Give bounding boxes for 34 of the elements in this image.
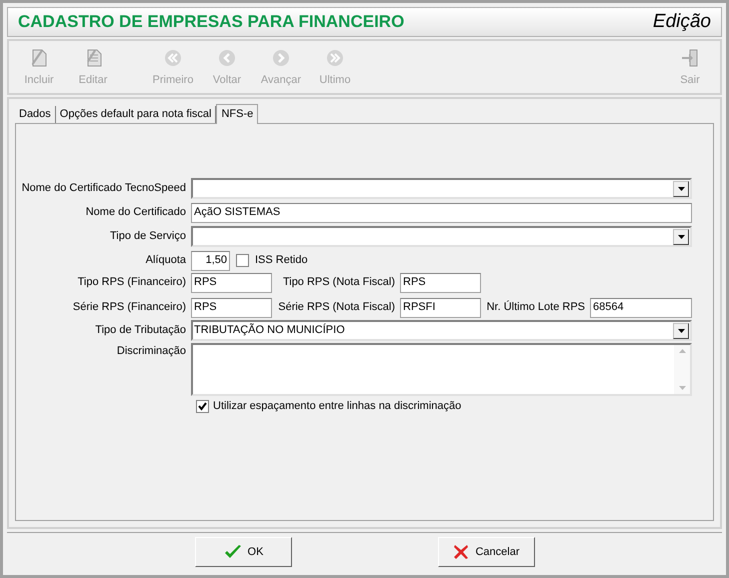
field-label: Nr. Último Lote RPS [486,300,586,316]
input-field[interactable]: 68564 [590,298,692,318]
input-field[interactable]: RPS [191,298,272,318]
input-field[interactable]: RPSFI [400,298,481,318]
field-label: Discriminação [116,344,187,359]
input-field[interactable]: RPS [191,272,272,292]
field-label: Alíquota [144,253,187,268]
checkbox[interactable] [236,254,249,267]
check-mark-icon [224,544,242,560]
field-label: Série RPS (Financeiro) [72,300,187,316]
mode-label: Edição [652,10,711,34]
input-field[interactable]: RPS [400,272,481,292]
dialog-button[interactable]: Cancelar [438,537,535,567]
field-label: Tipo RPS (Financeiro) [76,275,187,290]
input-field[interactable]: AçãO SISTEMAS [191,202,692,222]
scroll-bar [674,345,690,394]
field-label: Nome do Certificado [84,205,187,220]
checkbox-label: ISS Retido [255,253,308,268]
field-label: Nome do Certificado TecnoSpeed [20,181,187,196]
dropdown[interactable] [191,178,692,199]
window-title: CADASTRO DE EMPRESAS PARA FINANCEIRO [18,11,404,34]
dropdown[interactable]: TRIBUTAÇÃO NO MUNICÍPIO [191,320,692,341]
input-field[interactable]: 1,50 [191,250,230,270]
checkbox-label: Utilizar espaçamento entre linhas na discriminação [213,399,462,414]
dialog-button[interactable]: OK [195,537,292,567]
field-label: Tipo de Serviço [108,229,187,244]
cross-icon [453,544,470,560]
field-label: Tipo RPS (Nota Fiscal) [282,275,396,290]
dropdown[interactable] [191,226,692,247]
checkbox[interactable] [196,400,209,413]
field-label: Série RPS (Nota Fiscal) [277,300,396,316]
text-area[interactable] [191,343,692,396]
field-label: Tipo de Tributação [94,323,187,338]
tab[interactable]: NFS-e [216,104,258,124]
